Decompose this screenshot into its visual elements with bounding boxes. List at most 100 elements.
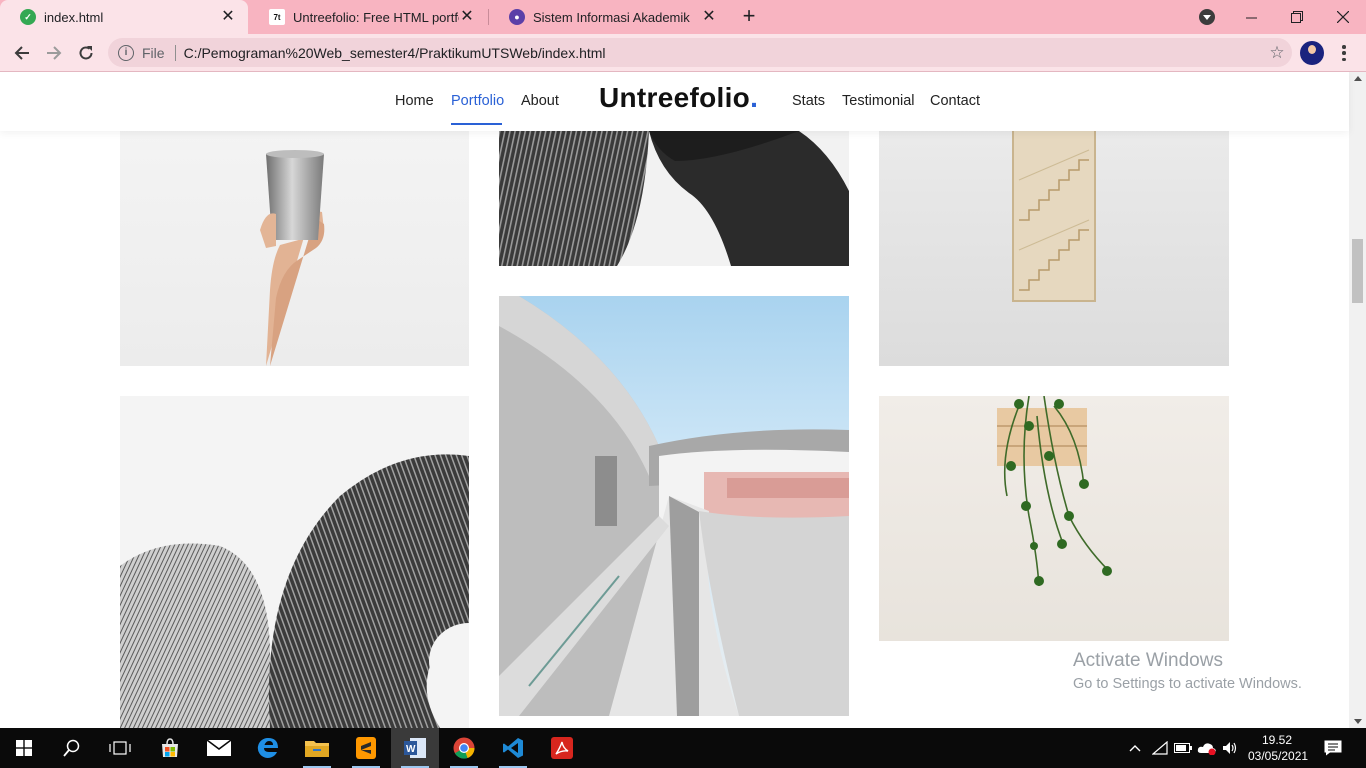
sculpture-illustration: [499, 131, 849, 266]
chrome-browser-icon: [453, 737, 475, 759]
new-tab-button[interactable]: +: [737, 5, 761, 29]
nav-home[interactable]: Home: [395, 93, 434, 109]
acrobat-app[interactable]: [538, 728, 586, 768]
back-button[interactable]: [8, 39, 36, 67]
edge-app[interactable]: [244, 728, 292, 768]
store-bag-icon: [162, 738, 178, 757]
tab-untreefolio[interactable]: 7t Untreefolio: Free HTML portfolio ✕: [249, 0, 487, 34]
tab-index-html[interactable]: ✓ index.html ✕: [0, 0, 248, 34]
page-scrollbar[interactable]: [1349, 72, 1366, 728]
pdf-reader-icon: [551, 737, 573, 759]
scheme-label: File: [142, 44, 165, 61]
portfolio-image-building[interactable]: [499, 296, 849, 716]
svg-text:W: W: [406, 744, 416, 755]
show-hidden-icons-chevron-up-icon[interactable]: [1126, 739, 1144, 757]
portfolio-image-donut[interactable]: [120, 396, 469, 728]
tab-title: Sistem Informasi Akademik: [533, 9, 690, 25]
nav-portfolio[interactable]: Portfolio: [451, 93, 504, 109]
scroll-up-arrow-icon[interactable]: [1354, 76, 1362, 81]
active-nav-indicator: [451, 123, 502, 125]
brand-dot: .: [750, 82, 759, 113]
start-button[interactable]: [0, 728, 48, 768]
address-bar[interactable]: i File C:/Pemograman%20Web_semester4/Pra…: [108, 38, 1292, 67]
tab-sistem-informasi[interactable]: ● Sistem Informasi Akademik ✕: [489, 0, 729, 34]
close-tab-icon[interactable]: ✕: [220, 9, 236, 25]
bookmark-star-icon[interactable]: ☆: [1262, 43, 1292, 63]
watermark-subtitle: Go to Settings to activate Windows.: [1073, 676, 1302, 692]
browser-menu-icon[interactable]: [1336, 43, 1352, 63]
activate-windows-watermark: Activate Windows Go to Settings to activ…: [1073, 650, 1302, 692]
reload-icon: [79, 46, 93, 60]
portfolio-image-cup[interactable]: [120, 120, 469, 366]
forward-button[interactable]: [40, 39, 68, 67]
close-window-button[interactable]: [1320, 0, 1366, 34]
mail-app[interactable]: [195, 728, 243, 768]
arrow-right-icon: [47, 46, 62, 60]
reload-button[interactable]: [72, 39, 100, 67]
windows-taskbar: W 19.52 03/05/2021: [0, 728, 1366, 768]
donut-sculpture-illustration: [120, 454, 469, 728]
nav-testimonial[interactable]: Testimonial: [842, 93, 915, 109]
leaf-favicon-icon: ✓: [20, 9, 36, 25]
arrow-left-icon: [14, 46, 29, 60]
browser-toolbar: i File C:/Pemograman%20Web_semester4/Pra…: [0, 34, 1366, 72]
info-icon[interactable]: i: [118, 44, 134, 61]
vscode-app[interactable]: [489, 728, 537, 768]
tab-title: index.html: [44, 9, 104, 25]
portfolio-image-sculpture-top[interactable]: [499, 131, 849, 266]
tab-title: Untreefolio: Free HTML portfolio: [293, 9, 459, 25]
action-center-notification-icon[interactable]: [1322, 739, 1344, 757]
sublime-text-app[interactable]: [342, 728, 390, 768]
folder-icon: [305, 741, 329, 757]
task-view-icon: [109, 741, 131, 755]
minimize-icon: [1245, 17, 1257, 18]
onedrive-cloud-icon[interactable]: [1197, 739, 1217, 757]
divider: [174, 44, 176, 61]
restore-icon: [1291, 11, 1303, 23]
minimize-button[interactable]: [1228, 0, 1274, 34]
staircase-illustration: [1012, 120, 1096, 302]
network-wifi-icon[interactable]: [1151, 739, 1169, 757]
close-icon: [1337, 11, 1349, 23]
battery-icon[interactable]: [1174, 739, 1192, 757]
microsoft-store-app[interactable]: [146, 728, 194, 768]
search-icon: [63, 739, 80, 757]
campus-favicon-icon: ●: [509, 9, 525, 25]
chrome-app[interactable]: [440, 728, 488, 768]
nav-about[interactable]: About: [521, 93, 559, 109]
hand-cup-illustration: [260, 150, 325, 366]
close-tab-icon[interactable]: ✕: [701, 9, 717, 25]
untree-favicon-icon: 7t: [269, 9, 285, 25]
brand-name: Untreefolio: [599, 82, 751, 113]
url-text[interactable]: C:/Pemograman%20Web_semester4/PraktikumU…: [184, 45, 1262, 61]
site-logo[interactable]: Untreefolio.: [599, 82, 758, 114]
portfolio-image-plant[interactable]: [879, 396, 1229, 641]
task-view-button[interactable]: [96, 728, 144, 768]
taskbar-clock[interactable]: 19.52 03/05/2021: [1248, 732, 1309, 764]
windows-logo-icon: [16, 740, 32, 756]
site-header: Home Portfolio About Untreefolio. Stats …: [0, 72, 1349, 131]
sublime-text-icon: [356, 737, 376, 759]
file-explorer-app[interactable]: [293, 728, 341, 768]
scroll-down-arrow-icon[interactable]: [1354, 719, 1362, 724]
clock-date: 03/05/2021: [1248, 749, 1309, 763]
scrollbar-thumb[interactable]: [1352, 239, 1363, 303]
word-app[interactable]: W: [391, 728, 439, 768]
page-viewport: Home Portfolio About Untreefolio. Stats …: [0, 72, 1366, 728]
building-illustration: [499, 296, 849, 716]
portfolio-image-staircase[interactable]: [879, 120, 1229, 366]
mail-envelope-icon: [207, 740, 231, 756]
edge-browser-icon: [257, 737, 278, 758]
nav-contact[interactable]: Contact: [930, 93, 980, 109]
search-button[interactable]: [48, 728, 96, 768]
nav-stats[interactable]: Stats: [792, 93, 825, 109]
word-document-icon: W: [404, 738, 426, 758]
volume-speaker-icon[interactable]: [1221, 739, 1239, 757]
clock-time: 19.52: [1261, 733, 1293, 747]
close-tab-icon[interactable]: ✕: [459, 9, 475, 25]
restore-button[interactable]: [1274, 0, 1320, 34]
tab-search-icon[interactable]: [1199, 9, 1215, 25]
profile-avatar[interactable]: [1300, 41, 1324, 65]
vscode-icon: [503, 738, 523, 758]
browser-tab-strip: ✓ index.html ✕ 7t Untreefolio: Free HTML…: [0, 0, 1366, 34]
